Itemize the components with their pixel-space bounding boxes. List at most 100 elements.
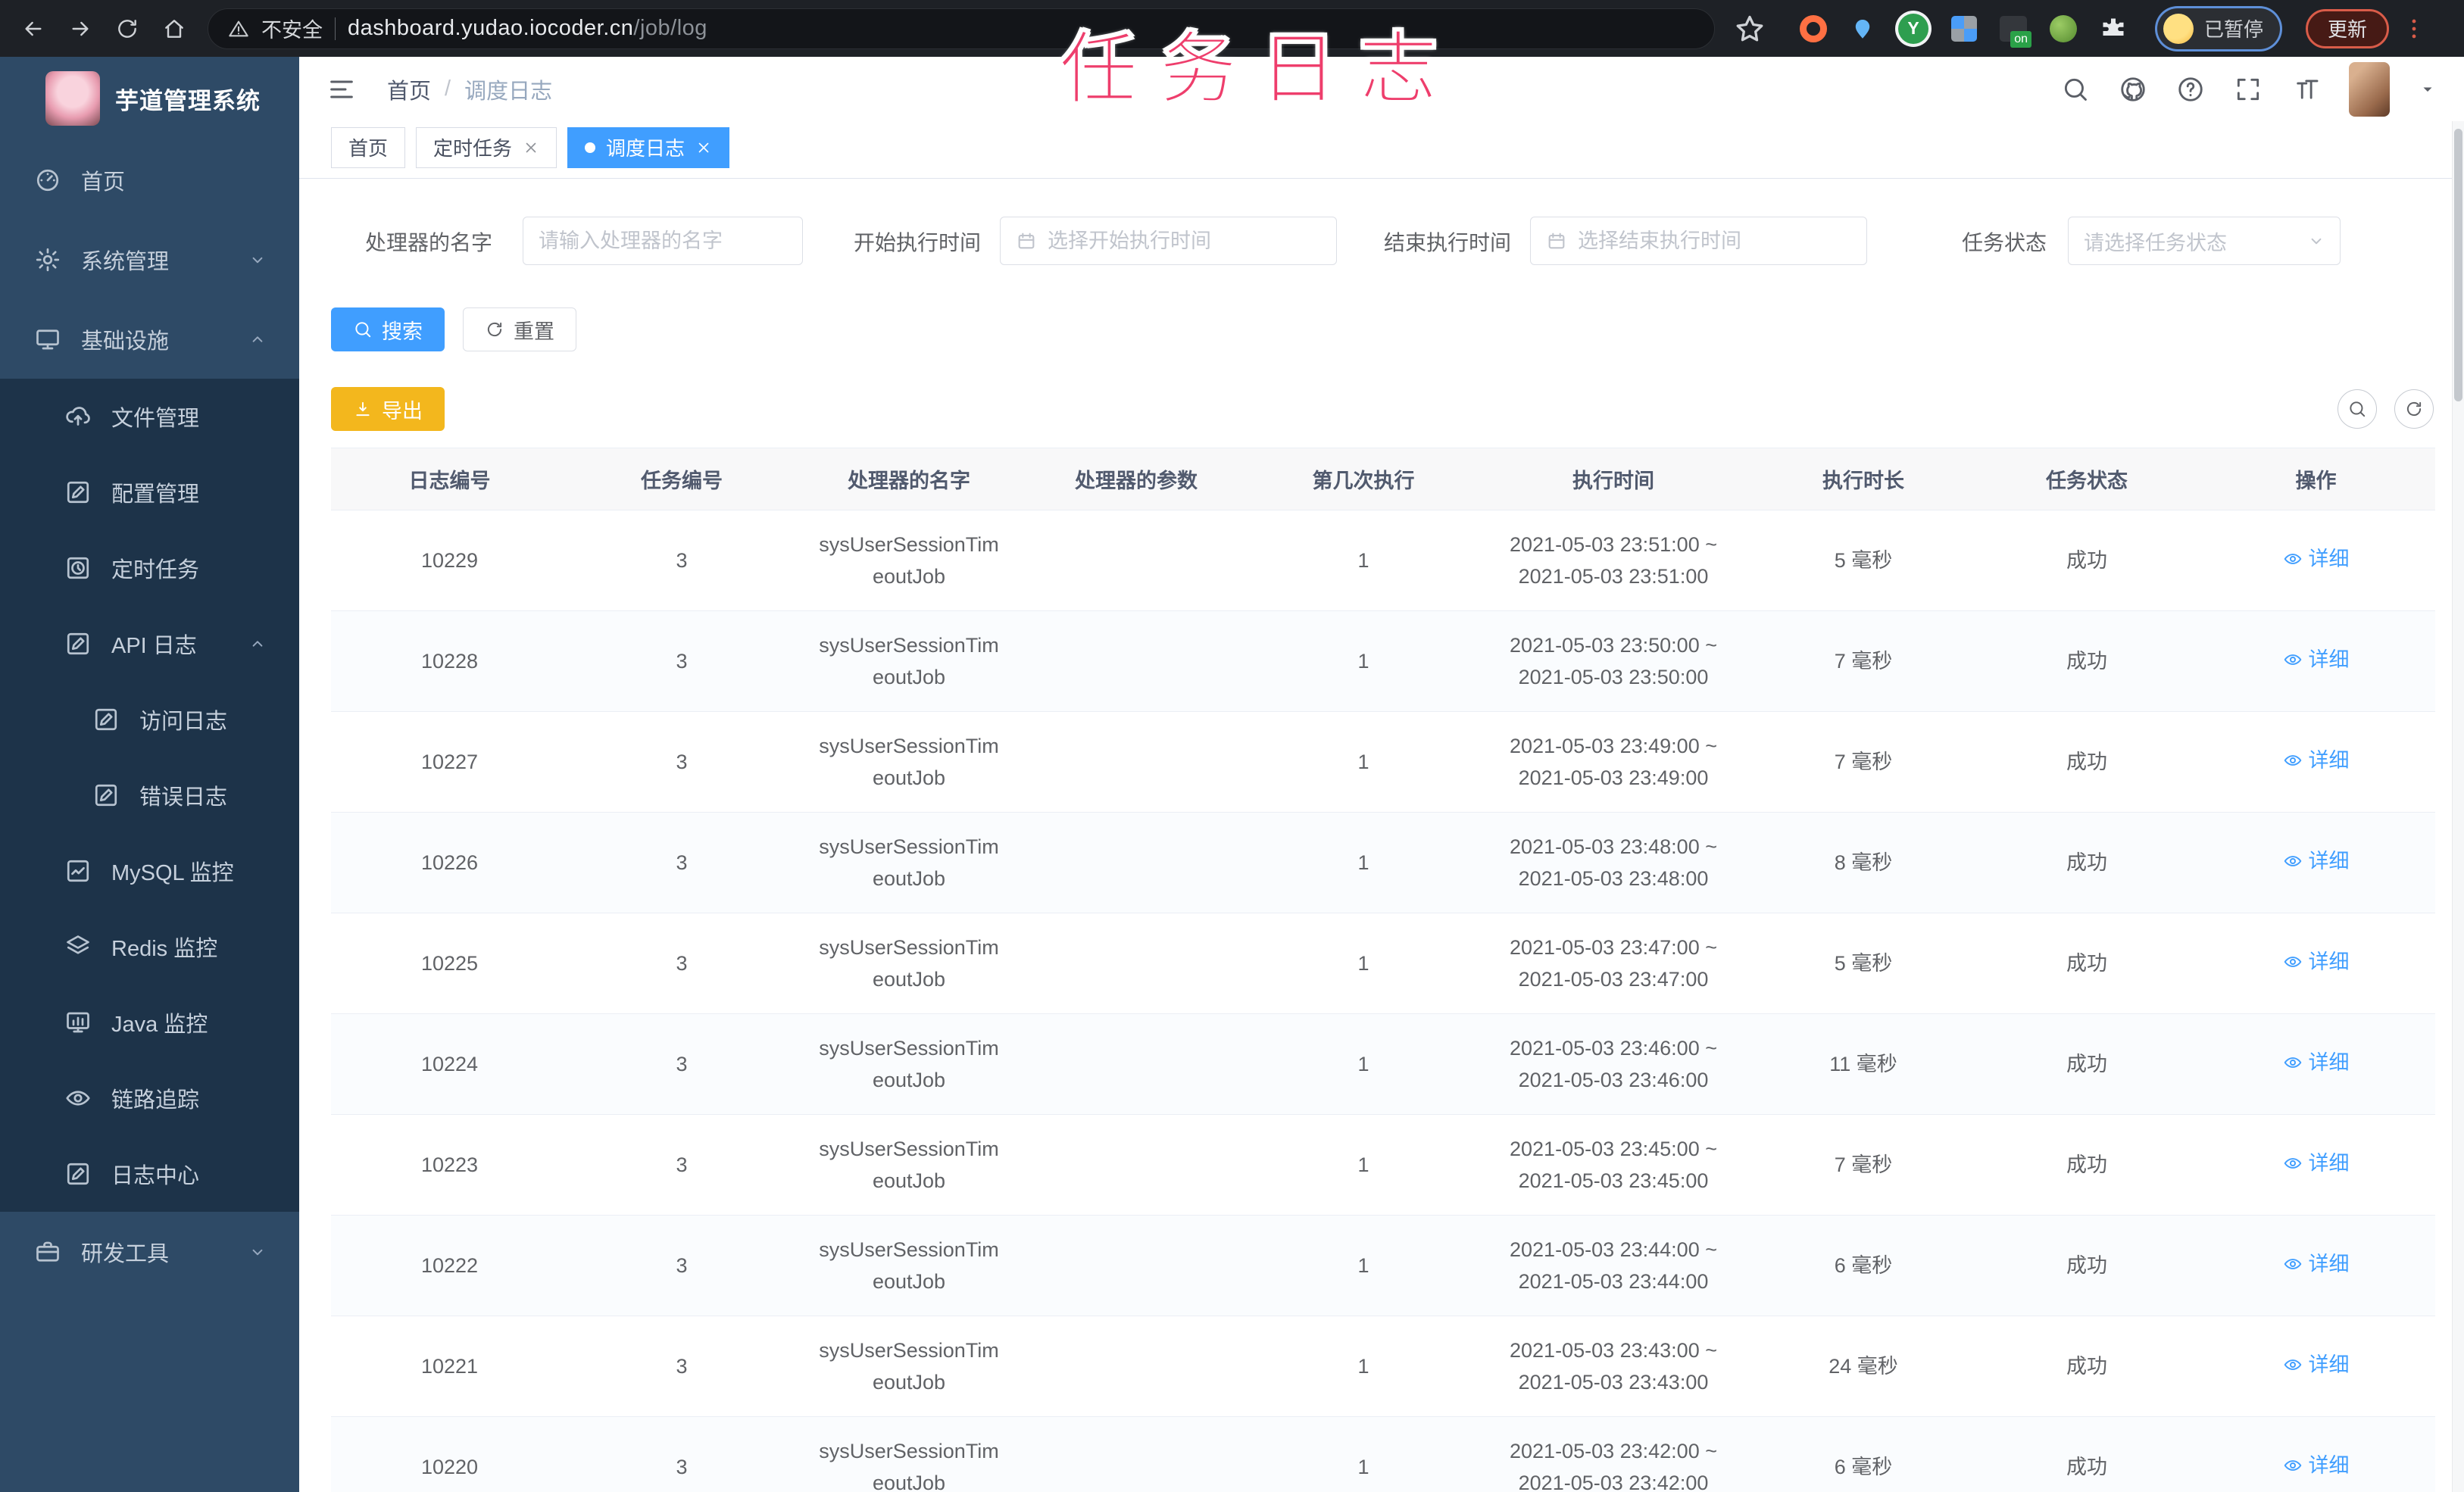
begin-time-field[interactable] [1000,217,1337,265]
extension-green-circle-icon[interactable] [2050,14,2077,42]
close-icon[interactable] [695,139,712,156]
sidebar-item-7[interactable]: 访问日志 [0,682,299,757]
cell-duration: 6 毫秒 [1750,1416,1977,1492]
table-row-9: 10220 3 sysUserSessionTim eoutJob 1 2021-… [331,1416,2435,1492]
detail-link[interactable]: 详细 [2283,845,2350,877]
cell-execute-index: 1 [1250,1316,1477,1417]
detail-link[interactable]: 详细 [2283,644,2350,676]
address-bar[interactable]: 不安全 dashboard.yudao.iocoder.cn/job/log [208,8,1715,49]
refresh-table-button[interactable] [2394,389,2434,429]
cell-log-id: 10221 [331,1316,568,1417]
monitor-bars-icon [64,1009,92,1036]
detail-link[interactable]: 详细 [2283,744,2350,776]
end-time-field[interactable] [1530,217,1867,265]
sidebar-item-0[interactable]: 首页 [0,140,299,220]
sidebar-item-14[interactable]: 研发工具 [0,1212,299,1291]
clock-icon [64,554,92,582]
breadcrumb-home[interactable]: 首页 [387,73,431,105]
detail-link[interactable]: 详细 [2283,1047,2350,1078]
sidebar-item-1[interactable]: 系统管理 [0,220,299,299]
extension-pin-icon[interactable] [1850,16,1875,42]
sidebar-item-11[interactable]: Java 监控 [0,985,299,1060]
fullscreen-icon[interactable] [2234,75,2263,104]
page-scrollbar[interactable] [2452,121,2464,1492]
reset-button[interactable]: 重置 [463,307,576,351]
sidebar-item-12[interactable]: 链路追踪 [0,1060,299,1136]
security-label[interactable]: 不安全 [261,14,323,43]
sidebar-item-13[interactable]: 日志中心 [0,1136,299,1212]
sidebar-item-3[interactable]: 文件管理 [0,379,299,454]
col-actions: 操作 [2197,448,2435,510]
sidebar-item-5[interactable]: 定时任务 [0,530,299,606]
toggle-search-button[interactable] [2338,389,2377,429]
detail-link[interactable]: 详细 [2283,1147,2350,1179]
browser-reload-button[interactable] [108,9,147,48]
avatar-caret-icon[interactable] [2419,80,2437,98]
header-search-icon[interactable] [2061,75,2090,104]
extension-on-icon[interactable]: on [2000,15,2031,48]
chart-icon [64,857,92,885]
handler-name-field[interactable] [523,217,803,265]
browser-home-button[interactable] [155,9,194,48]
detail-link[interactable]: 详细 [2283,1450,2350,1481]
sidebar-item-10[interactable]: Redis 监控 [0,909,299,985]
calendar-icon [1546,230,1567,251]
detail-link[interactable]: 详细 [2283,543,2350,575]
detail-link[interactable]: 详细 [2283,1248,2350,1280]
tab-timed-task[interactable]: 定时任务 [416,126,557,168]
sidebar-item-8[interactable]: 错误日志 [0,757,299,833]
col-log-id: 日志编号 [331,448,568,510]
search-button[interactable]: 搜索 [331,307,445,351]
bookmark-star-icon[interactable] [1733,12,1766,45]
help-icon[interactable] [2176,75,2205,104]
user-avatar[interactable] [2349,61,2390,117]
export-button[interactable]: 导出 [331,387,445,431]
status-select[interactable]: 请选择任务状态 [2068,217,2341,265]
hamburger-icon[interactable] [326,74,357,105]
tab-schedule-log[interactable]: 调度日志 [567,126,730,168]
cell-actions: 详细 [2197,812,2435,913]
close-icon[interactable] [523,139,539,156]
cell-handler-param [1023,812,1250,913]
url-text[interactable]: dashboard.yudao.iocoder.cn/job/log [348,16,707,41]
cell-handler-name: sysUserSessionTim eoutJob [795,711,1023,813]
begin-time-input[interactable] [1048,229,1321,253]
extension-orange-icon[interactable] [1800,14,1827,42]
sidebar-item-2[interactable]: 基础设施 [0,299,299,379]
sidebar-item-4[interactable]: 配置管理 [0,454,299,530]
active-dot [585,142,596,153]
cell-actions: 详细 [2197,1215,2435,1316]
table-row-7: 10222 3 sysUserSessionTim eoutJob 1 2021-… [331,1215,2435,1316]
extension-grid-icon[interactable] [1951,15,1977,42]
sidebar-logo-row[interactable]: 芋道管理系统 [0,57,299,140]
detail-link[interactable]: 详细 [2283,1349,2350,1381]
sidebar-item-9[interactable]: MySQL 监控 [0,833,299,909]
profile-paused-chip[interactable]: 已暂停 [2157,8,2281,49]
cell-log-id: 10220 [331,1416,568,1492]
cell-job-id: 3 [568,913,795,1014]
cell-log-id: 10222 [331,1215,568,1316]
font-size-icon[interactable] [2291,75,2320,104]
begin-time-label: 开始执行时间 [853,231,981,254]
browser-menu-icon[interactable] [2401,14,2427,44]
browser-update-button[interactable]: 更新 [2306,8,2390,48]
extensions-puzzle-icon[interactable] [2100,15,2127,42]
view-icon [2283,851,2303,871]
github-icon[interactable] [2119,75,2147,104]
cell-handler-param [1023,1416,1250,1492]
detail-link[interactable]: 详细 [2283,946,2350,978]
scrollbar-thumb[interactable] [2454,129,2462,401]
sidebar-item-6[interactable]: API 日志 [0,606,299,682]
table-row-1: 10228 3 sysUserSessionTim eoutJob 1 2021-… [331,610,2435,712]
tab-home[interactable]: 首页 [331,126,406,168]
cell-status: 成功 [1977,1114,2197,1216]
browser-forward-button[interactable] [61,9,100,48]
overlay-page-title: 任务日志 [1058,26,1460,114]
col-handler-name: 处理器的名字 [795,448,1023,510]
handler-name-input[interactable] [539,229,787,253]
end-time-input[interactable] [1578,229,1851,253]
profile-avatar [2163,13,2194,44]
browser-back-button[interactable] [14,9,53,48]
extension-green-y-icon[interactable]: Y [1898,13,1928,44]
search-actions: 搜索 重置 [331,307,2435,351]
